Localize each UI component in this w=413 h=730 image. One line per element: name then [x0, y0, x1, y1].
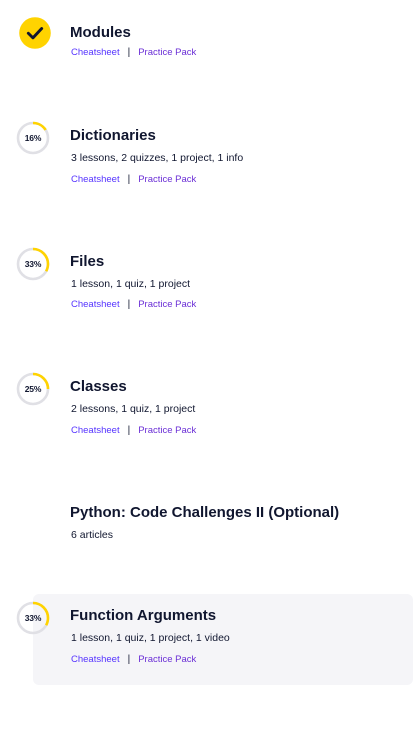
checkmark-icon	[19, 17, 51, 49]
practice-pack-link[interactable]: Practice Pack	[138, 299, 196, 310]
module-title[interactable]: Classes	[70, 378, 127, 395]
link-separator: |	[127, 47, 131, 58]
module-links: Cheatsheet | Practice Pack	[71, 47, 196, 58]
progress-percent: 25%	[24, 384, 42, 394]
cheatsheet-link[interactable]: Cheatsheet	[71, 47, 120, 58]
link-separator: |	[127, 174, 131, 185]
progress-ring: 33%	[16, 601, 50, 635]
cheatsheet-link[interactable]: Cheatsheet	[71, 299, 120, 310]
module-classes: 25% Classes 2 lessons, 1 quiz, 1 project…	[0, 352, 413, 452]
module-summary: 3 lessons, 2 quizzes, 1 project, 1 info	[71, 152, 244, 164]
module-dictionaries: 16% Dictionaries 3 lessons, 2 quizzes, 1…	[0, 100, 413, 200]
module-title[interactable]: Python: Code Challenges II (Optional)	[70, 504, 339, 521]
module-title[interactable]: Files	[70, 253, 104, 270]
module-summary: 1 lesson, 1 quiz, 1 project, 1 video	[71, 632, 230, 644]
module-summary: 6 articles	[71, 529, 114, 541]
cheatsheet-link[interactable]: Cheatsheet	[71, 654, 120, 665]
module-summary: 1 lesson, 1 quiz, 1 project	[71, 278, 191, 290]
progress-ring: 33%	[16, 247, 50, 281]
module-links: Cheatsheet | Practice Pack	[71, 425, 196, 436]
module-code-challenges: Python: Code Challenges II (Optional) 6 …	[0, 478, 413, 558]
progress-percent: 33%	[24, 613, 42, 623]
progress-percent: 33%	[24, 259, 42, 269]
cheatsheet-link[interactable]: Cheatsheet	[71, 425, 120, 436]
practice-pack-link[interactable]: Practice Pack	[138, 654, 196, 665]
progress-ring: 25%	[16, 372, 50, 406]
progress-percent: 16%	[24, 133, 42, 143]
link-separator: |	[127, 299, 131, 310]
module-links: Cheatsheet | Practice Pack	[71, 299, 196, 310]
progress-ring: 16%	[16, 121, 50, 155]
module-summary: 2 lessons, 1 quiz, 1 project	[71, 403, 196, 415]
link-separator: |	[127, 654, 131, 665]
module-links: Cheatsheet | Practice Pack	[71, 174, 196, 185]
module-title[interactable]: Dictionaries	[70, 127, 156, 144]
practice-pack-link[interactable]: Practice Pack	[138, 425, 196, 436]
practice-pack-link[interactable]: Practice Pack	[138, 174, 196, 185]
module-title[interactable]: Function Arguments	[70, 607, 216, 624]
completed-badge	[18, 16, 51, 49]
practice-pack-link[interactable]: Practice Pack	[138, 47, 196, 58]
module-links: Cheatsheet | Practice Pack	[71, 654, 196, 665]
link-separator: |	[127, 425, 131, 436]
module-modules: Modules Cheatsheet | Practice Pack	[0, 0, 413, 80]
module-title[interactable]: Modules	[70, 24, 131, 41]
module-function-arguments-content: 33% Function Arguments 1 lesson, 1 quiz,…	[0, 584, 413, 684]
module-files: 33% Files 1 lesson, 1 quiz, 1 project Ch…	[0, 226, 413, 326]
cheatsheet-link[interactable]: Cheatsheet	[71, 174, 120, 185]
